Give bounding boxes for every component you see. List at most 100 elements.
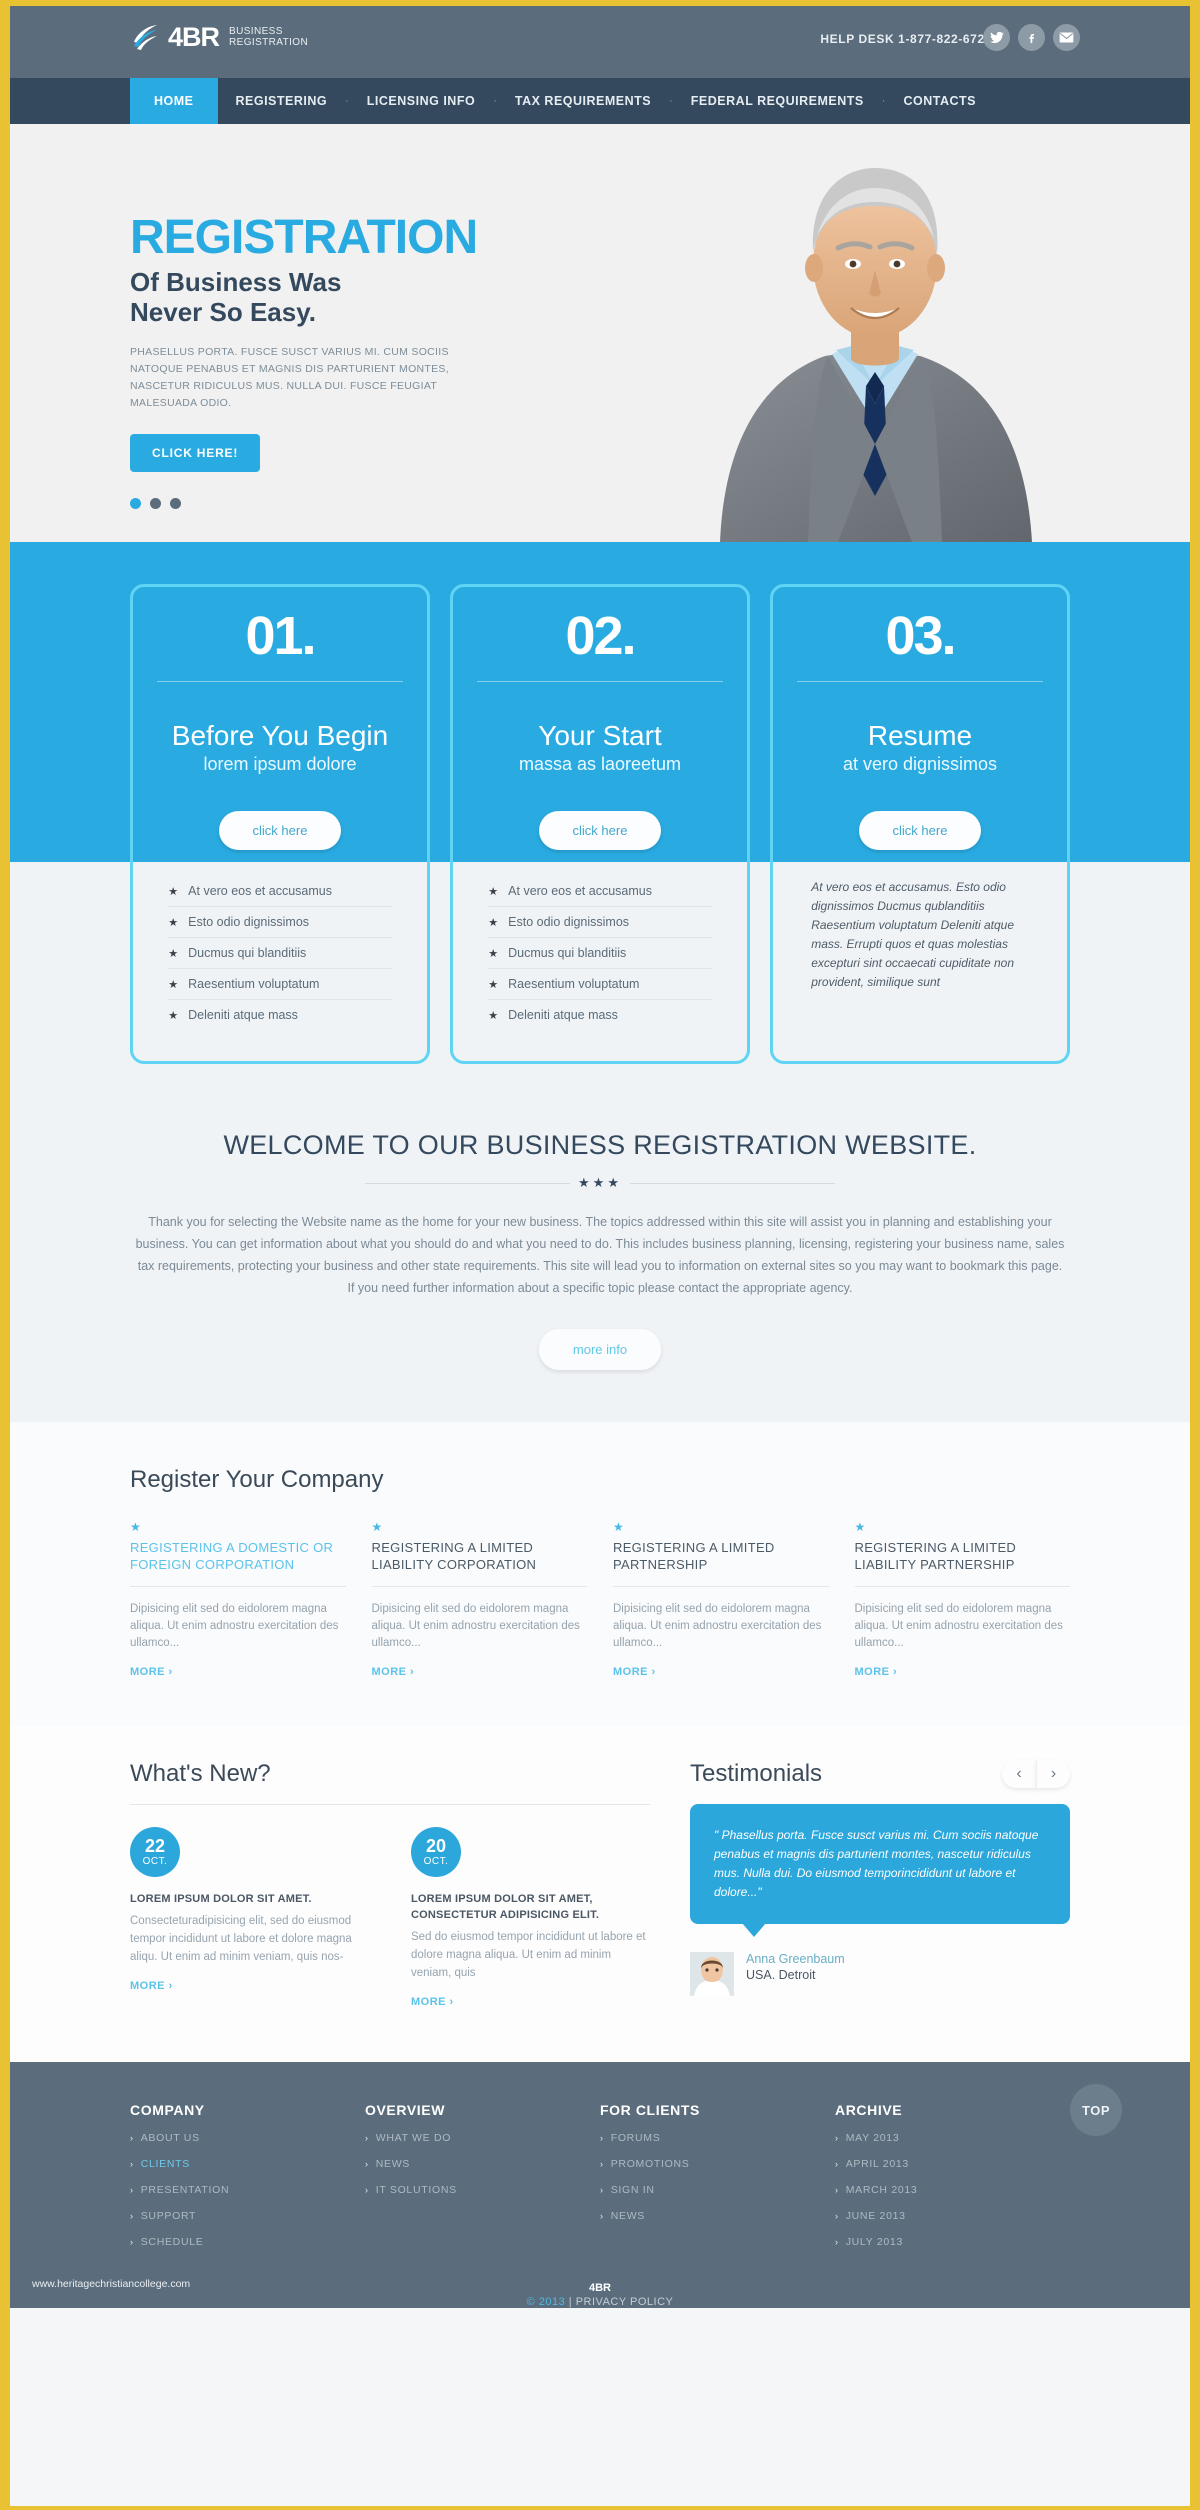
whats-new-heading: What's New? xyxy=(130,1760,271,1787)
footer-link-july-2013[interactable]: › JULY 2013 xyxy=(835,2236,1070,2248)
news-date-day: 22 xyxy=(144,1836,166,1856)
list-item: ★ Esto odio dignissimos xyxy=(168,907,392,938)
logo-text-sub: BUSINESS REGISTRATION xyxy=(227,26,308,48)
slider-dot-3[interactable] xyxy=(170,497,181,509)
chevron-right-icon: › xyxy=(130,2211,134,2221)
footer-link-label: SCHEDULE xyxy=(140,2236,204,2248)
star-icon: ★ xyxy=(488,978,499,991)
footer-link-support[interactable]: › SUPPORT xyxy=(130,2210,365,2222)
hero-click-here-button[interactable]: CLICK HERE! xyxy=(130,433,261,472)
nav-item-home[interactable]: HOME xyxy=(130,78,218,124)
scroll-to-top-button[interactable]: TOP xyxy=(1070,2084,1122,2136)
testimonials-heading: Testimonials xyxy=(690,1760,823,1787)
stars-ornament: ★★★ xyxy=(578,1175,622,1190)
star-icon: ★ xyxy=(488,1009,499,1022)
list-item-label: Deleniti atque mass xyxy=(508,1008,618,1022)
register-card-title[interactable]: REGISTERING A LIMITED LIABILITY PARTNERS… xyxy=(855,1539,1071,1573)
chevron-right-icon: › xyxy=(365,2185,369,2195)
list-item-label: Ducmus qui blanditiis xyxy=(508,946,627,960)
footer-link-may-2013[interactable]: › MAY 2013 xyxy=(835,2132,1070,2144)
list-item-label: Deleniti atque mass xyxy=(188,1008,298,1022)
chevron-right-icon: › xyxy=(600,2185,604,2195)
register-card-more-link[interactable]: MORE › xyxy=(130,1666,173,1678)
slider-dot-2[interactable] xyxy=(150,497,161,509)
star-icon: ★ xyxy=(488,947,499,960)
register-card-more-link[interactable]: MORE › xyxy=(613,1666,656,1678)
slider-dots xyxy=(130,497,550,509)
testimonial-prev-button[interactable]: ‹ xyxy=(1002,1760,1036,1788)
news-date-badge: 22 OCT. xyxy=(130,1827,180,1877)
footer-link-what-we-do[interactable]: › WHAT WE DO xyxy=(365,2132,600,2144)
top-header-bar: 4BR BUSINESS REGISTRATION HELP DESK 1-87… xyxy=(10,6,1190,78)
footer-link-promotions[interactable]: › PROMOTIONS xyxy=(600,2158,835,2170)
register-card-text: Dipisicing elit sed do eidolorem magna a… xyxy=(854,1603,1063,1649)
footer-link-march-2013[interactable]: › MARCH 2013 xyxy=(835,2184,1070,2196)
feature-divider xyxy=(476,681,724,682)
feature-click-here-button[interactable]: click here xyxy=(538,811,662,850)
testimonials-column: Testimonials ‹ › " Phasellus porta. Fusc… xyxy=(690,1760,1070,2010)
nav-item-federal-requirements[interactable]: FEDERAL REQUIREMENTS xyxy=(673,78,882,124)
footer-link-news[interactable]: › NEWS xyxy=(365,2158,600,2170)
footer-link-label: NEWS xyxy=(610,2210,646,2222)
news-date-month: OCT. xyxy=(142,1856,168,1867)
chevron-right-icon: › xyxy=(130,2159,134,2169)
register-card-more-link[interactable]: MORE › xyxy=(855,1666,898,1678)
copyright-brand: 4BR xyxy=(588,2282,611,2294)
footer-link-april-2013[interactable]: › APRIL 2013 xyxy=(835,2158,1070,2170)
footer-link-forums[interactable]: › FORUMS xyxy=(600,2132,835,2144)
register-card-divider xyxy=(130,1586,346,1587)
facebook-icon[interactable] xyxy=(1018,24,1045,51)
register-card-title[interactable]: REGISTERING A LIMITED PARTNERSHIP xyxy=(613,1539,829,1573)
footer-link-sign-in[interactable]: › SIGN IN xyxy=(600,2184,835,2196)
feature-click-here-button[interactable]: click here xyxy=(218,811,342,850)
footer-link-presentation[interactable]: › PRESENTATION xyxy=(130,2184,365,2196)
welcome-divider: ★★★ xyxy=(365,1175,835,1191)
chevron-right-icon: › xyxy=(835,2237,839,2247)
register-card-title[interactable]: REGISTERING A LIMITED LIABILITY CORPORAT… xyxy=(372,1539,588,1573)
chevron-right-icon: › xyxy=(835,2211,839,2221)
register-card-divider xyxy=(613,1586,829,1587)
feature-click-here-button[interactable]: click here xyxy=(858,811,982,850)
chevron-right-icon: › xyxy=(130,2133,134,2143)
feature-title: Resume xyxy=(867,720,973,751)
more-info-button[interactable]: more info xyxy=(538,1329,662,1370)
footer-link-it-solutions[interactable]: › IT SOLUTIONS xyxy=(365,2184,600,2196)
footer-link-label: APRIL 2013 xyxy=(845,2158,909,2170)
footer-link-news[interactable]: › NEWS xyxy=(600,2210,835,2222)
hero-businessman-photo xyxy=(720,168,1032,542)
chevron-right-icon: › xyxy=(365,2159,369,2169)
nav-item-contacts[interactable]: CONTACTS xyxy=(885,78,994,124)
testimonial-next-button[interactable]: › xyxy=(1036,1760,1070,1788)
footer-link-clients[interactable]: › CLIENTS xyxy=(130,2158,365,2170)
register-card-more-link[interactable]: MORE › xyxy=(372,1666,415,1678)
feature-divider xyxy=(156,681,404,682)
list-item-label: Esto odio dignissimos xyxy=(508,915,630,929)
feature-paragraph: At vero eos et accusamus. Esto odio dign… xyxy=(811,880,1015,989)
copyright-line: © 2013 | PRIVACY POLICY xyxy=(130,2296,1070,2308)
nav-item-tax-requirements[interactable]: TAX REQUIREMENTS xyxy=(497,78,669,124)
news-more-link[interactable]: MORE › xyxy=(411,1996,454,2008)
news-date-month: OCT. xyxy=(423,1856,449,1867)
nav-item-registering[interactable]: REGISTERING xyxy=(218,78,346,124)
privacy-policy-link[interactable]: | PRIVACY POLICY xyxy=(569,2296,674,2308)
list-item: ★ Raesentium voluptatum xyxy=(168,969,392,1000)
footer-link-schedule[interactable]: › SCHEDULE xyxy=(130,2236,365,2248)
star-icon: ★ xyxy=(371,1520,383,1534)
footer-link-june-2013[interactable]: › JUNE 2013 xyxy=(835,2210,1070,2222)
star-icon: ★ xyxy=(488,916,499,929)
slider-dot-1[interactable] xyxy=(130,497,141,509)
twitter-icon[interactable] xyxy=(983,24,1010,51)
testimonials-header: Testimonials ‹ › xyxy=(690,1760,1070,1788)
news-more-link[interactable]: MORE › xyxy=(130,1980,173,1992)
register-card-3: ★ REGISTERING A LIMITED PARTNERSHIP Dipisi… xyxy=(613,1520,829,1680)
footer-link-about-us[interactable]: › ABOUT US xyxy=(130,2132,365,2144)
email-icon[interactable] xyxy=(1053,24,1080,51)
register-card-title[interactable]: REGISTERING A DOMESTIC OR FOREIGN CORPOR… xyxy=(130,1539,346,1573)
register-card-2: ★ REGISTERING A LIMITED LIABILITY CORPORA… xyxy=(371,1520,588,1680)
list-item-label: Raesentium voluptatum xyxy=(508,977,640,991)
whats-new-column: What's New? 22 OCT. LOREM IPSUM DOLOR SIT … xyxy=(130,1760,650,2010)
avatar xyxy=(690,1952,734,1996)
site-logo[interactable]: 4BR BUSINESS REGISTRATION xyxy=(130,22,308,52)
logo-text-main: 4BR xyxy=(168,21,220,52)
nav-item-licensing-info[interactable]: LICENSING INFO xyxy=(349,78,493,124)
